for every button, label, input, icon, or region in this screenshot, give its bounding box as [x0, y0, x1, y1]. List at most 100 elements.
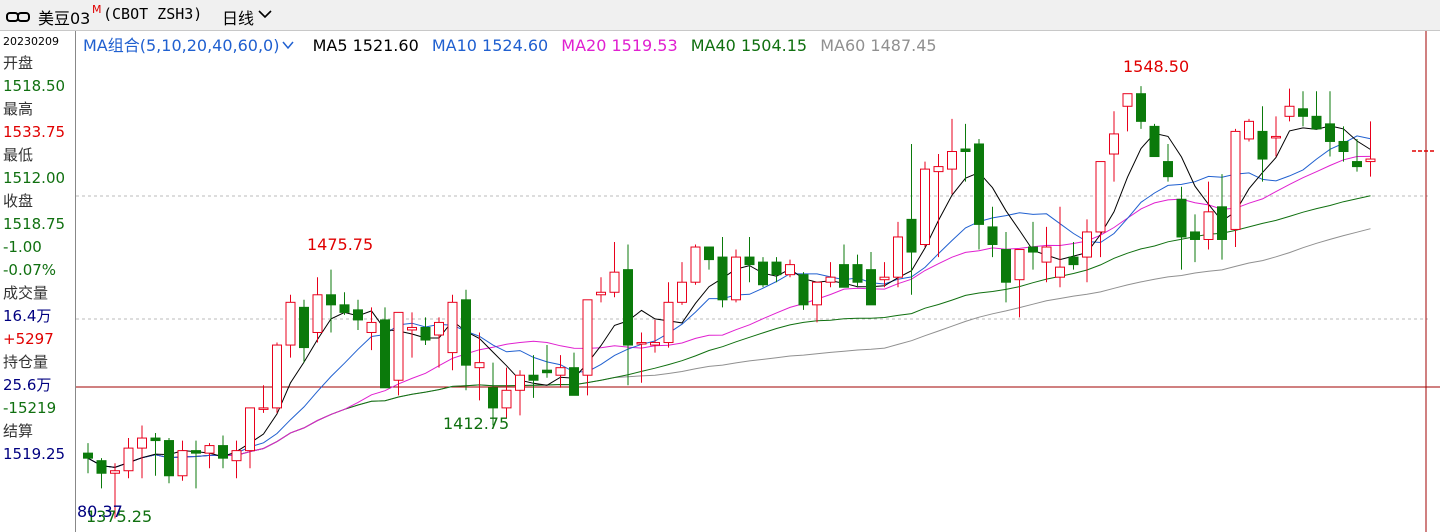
candle [893, 221, 903, 288]
candle-body [96, 460, 107, 474]
candle-body [488, 387, 498, 409]
candle-body [1230, 130, 1241, 230]
candle-body [866, 269, 876, 306]
candle-body [690, 246, 701, 283]
candle-body [1068, 256, 1079, 266]
candle-body [434, 321, 444, 336]
candle-body [947, 151, 957, 170]
candle [1325, 91, 1335, 157]
candle-body [879, 276, 890, 281]
candle [866, 252, 876, 306]
low-annotation-1: 1412.75 [443, 414, 510, 433]
left-value-label: 80.37 [77, 502, 123, 521]
candle [447, 294, 458, 371]
candle-body [555, 367, 566, 376]
volume-change: +5297 [3, 330, 54, 348]
candle [960, 123, 971, 182]
candle [1352, 138, 1362, 172]
open-label: 开盘 [3, 54, 34, 72]
candle-body [474, 362, 485, 369]
candle-body [650, 342, 660, 346]
candle [1217, 174, 1227, 260]
ma40-label: MA40 1504.15 [690, 36, 808, 55]
candle [663, 282, 674, 348]
candle-body [1311, 115, 1322, 130]
chevron-down-icon[interactable] [257, 6, 273, 25]
candle [933, 154, 944, 258]
symbol-name[interactable]: 美豆03 [38, 5, 90, 29]
candle-body [920, 168, 930, 246]
candle [825, 262, 836, 288]
period-selector[interactable]: 日线 [222, 5, 254, 29]
open-value: 1518.50 [3, 77, 66, 95]
candle-body [420, 326, 431, 341]
candle-body [731, 256, 741, 301]
candle [798, 272, 809, 310]
candle-body [987, 226, 998, 246]
candle-body [825, 276, 836, 283]
chain-link-icon[interactable] [6, 8, 30, 27]
candle [582, 299, 593, 396]
candlestick-chart[interactable] [76, 31, 1440, 532]
candle-body [609, 271, 620, 293]
ma-combo-selector[interactable]: MA组合(5,10,20,40,60,0) [83, 36, 279, 55]
candle-body [326, 294, 336, 306]
high-label: 最高 [3, 100, 34, 118]
candle [731, 249, 741, 303]
candle [312, 277, 323, 343]
candle [137, 425, 147, 479]
candle [677, 262, 687, 305]
candle [1109, 111, 1119, 182]
candle-body [312, 294, 323, 333]
candle [231, 440, 242, 479]
low-value: 1512.00 [3, 169, 66, 187]
candle-body [110, 470, 120, 474]
candle [569, 352, 579, 396]
candle-body [515, 374, 525, 391]
candle [1041, 226, 1052, 283]
candle [164, 438, 174, 484]
candle [636, 332, 647, 383]
candle [650, 319, 660, 353]
candle-body [717, 256, 728, 301]
high-annotation-2: 1548.50 [1123, 57, 1190, 76]
candle [974, 138, 984, 250]
candle [96, 458, 107, 489]
candle-body [1244, 120, 1254, 140]
candle-body [1176, 198, 1187, 238]
candle-body [1190, 231, 1200, 240]
candle [218, 435, 228, 469]
candle-body [407, 326, 417, 331]
candle-body [1257, 130, 1268, 160]
candle [839, 244, 849, 288]
candle [353, 299, 363, 330]
candle [366, 307, 377, 351]
candle-body [744, 256, 755, 266]
candle-body [839, 264, 849, 288]
candle [272, 342, 282, 413]
candle-body [1338, 140, 1349, 153]
info-panel: 20230209 开盘 1518.50 最高 1533.75 最低 1512.0… [0, 31, 76, 532]
date-label: 20230209 [3, 35, 59, 48]
candle-body [501, 389, 512, 409]
candle-body [164, 440, 174, 477]
candle [258, 385, 269, 413]
candle [812, 281, 822, 323]
candle [1001, 231, 1011, 303]
candle-body [204, 445, 215, 454]
candle-body [582, 299, 593, 376]
candle [515, 370, 525, 416]
main-contract-mark: M [92, 3, 102, 16]
candle-body [677, 281, 687, 303]
candle [947, 118, 957, 195]
candle-body [758, 261, 768, 286]
title-bar: 美豆03 M (CBOT ZSH3) 日线 [0, 0, 1440, 31]
candle [474, 332, 485, 401]
volume-value: 16.4万 [3, 307, 52, 325]
candle-body [663, 301, 674, 344]
candle-body [380, 319, 390, 389]
candle [717, 236, 728, 308]
candle [609, 242, 620, 298]
chevron-down-icon[interactable] [281, 36, 295, 55]
candle-body [1109, 133, 1119, 155]
